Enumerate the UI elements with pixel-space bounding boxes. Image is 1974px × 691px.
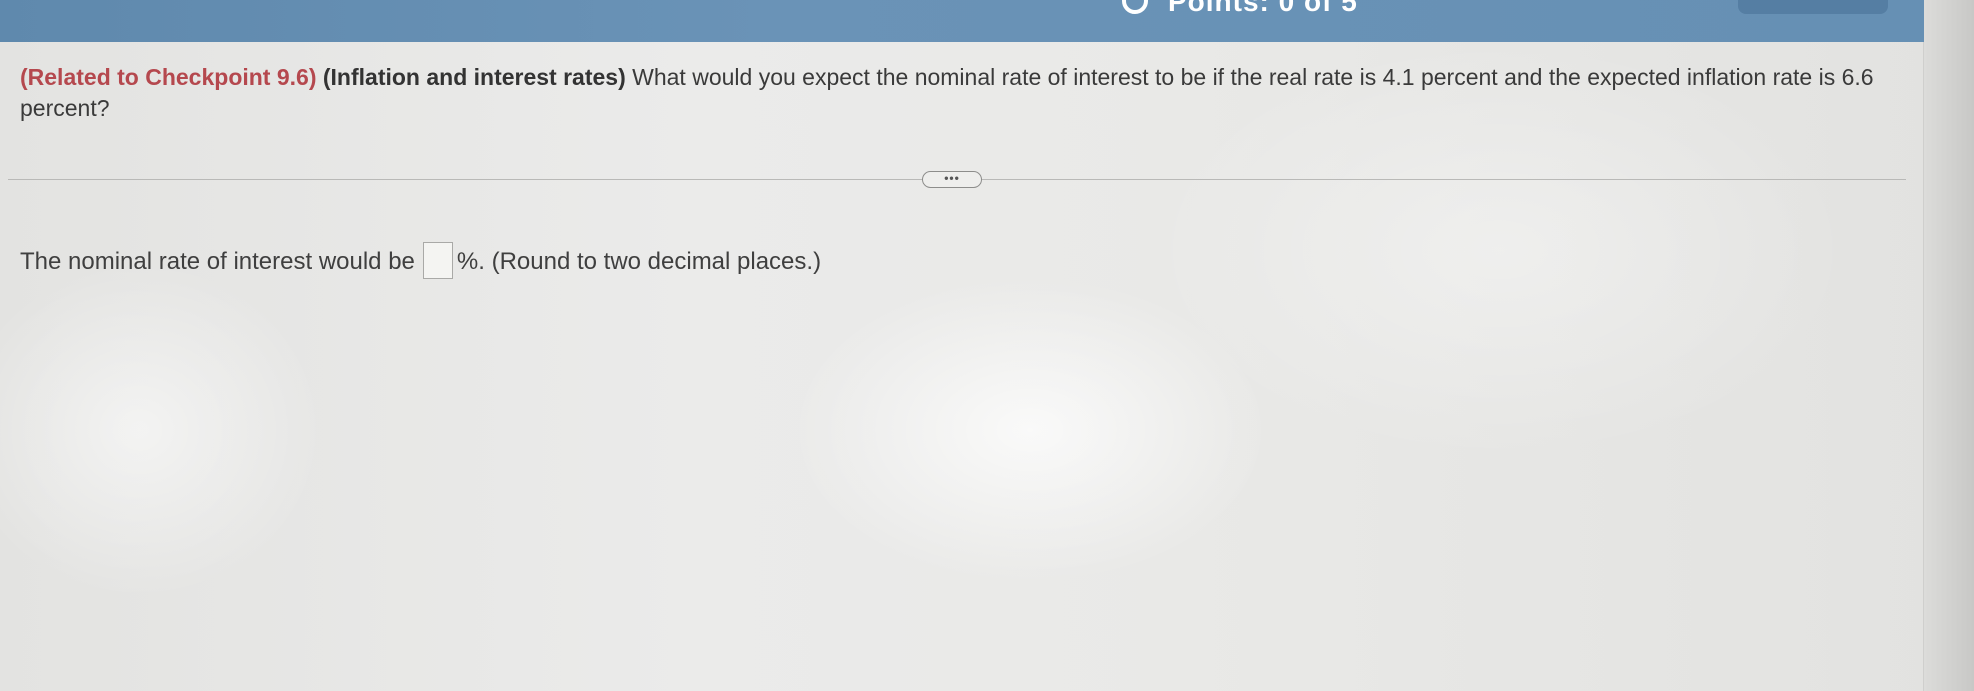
window-edge [1923, 0, 1974, 691]
question-topic: (Inflation and interest rates) [322, 64, 626, 90]
rounding-instruction: (Round to two decimal places.) [491, 247, 822, 275]
answer-line: The nominal rate of interest would be%. … [20, 242, 822, 281]
question-prompt: (Related to Checkpoint 9.6) (Inflation a… [20, 62, 1900, 124]
header-bar: Points: 0 of 5 [0, 0, 1924, 42]
checkpoint-reference: (Related to Checkpoint 9.6) [20, 64, 317, 90]
points-label: Points: 0 of 5 [1168, 0, 1358, 17]
percent-suffix: %. [456, 247, 485, 275]
answer-prefix: The nominal rate of interest would be [20, 247, 415, 275]
progress-circle-icon [1122, 0, 1148, 14]
header-button[interactable] [1738, 0, 1888, 14]
answer-input[interactable] [422, 242, 453, 279]
expand-more-button[interactable]: ••• [922, 171, 982, 188]
